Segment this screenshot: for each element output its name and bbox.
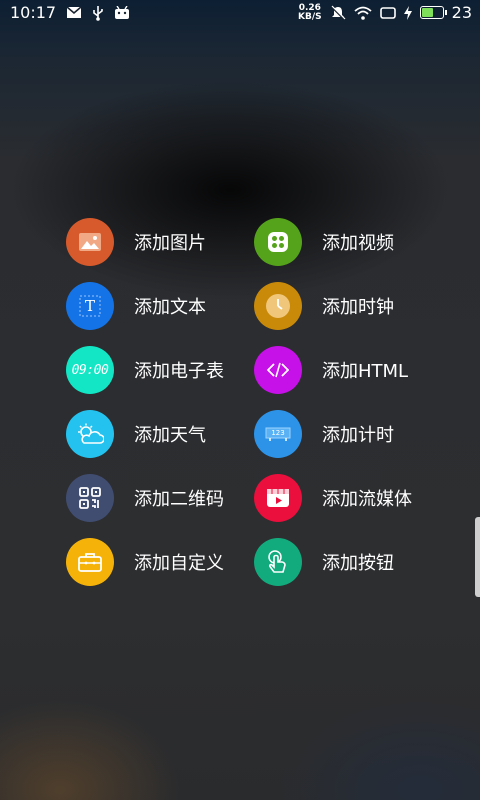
add-video-button[interactable]: 添加视频 [254, 218, 394, 266]
digital-clock-icon: 09:00 [66, 346, 114, 394]
mute-icon [330, 5, 346, 20]
background [0, 0, 480, 800]
message-icon [66, 6, 82, 18]
add-video-label: 添加视频 [322, 233, 394, 254]
add-weather-button[interactable]: 添加天气 [66, 410, 206, 458]
add-button-label: 添加按钮 [322, 553, 394, 574]
add-image-button[interactable]: 添加图片 [66, 218, 206, 266]
charging-icon [403, 5, 412, 20]
stream-icon [254, 474, 302, 522]
timer-text: 123 [271, 428, 285, 437]
add-html-button[interactable]: 添加HTML [254, 346, 408, 394]
text-icon: T [66, 282, 114, 330]
status-bar: 10:17 0.26 KB/S 23 [0, 0, 480, 26]
battery-percent: 23 [451, 3, 472, 22]
add-qrcode-button[interactable]: 添加二维码 [66, 474, 224, 522]
add-custom-button[interactable]: 添加自定义 [66, 538, 224, 586]
weather-icon [66, 410, 114, 458]
network-speed: 0.26 KB/S [298, 2, 322, 22]
custom-icon [66, 538, 114, 586]
wifi-icon [354, 6, 372, 20]
add-timer-button[interactable]: 123 添加计时 [254, 410, 394, 458]
digital-clock-text: 09:00 [71, 362, 109, 378]
add-html-label: 添加HTML [322, 361, 409, 382]
add-button-button[interactable]: 添加按钮 [254, 538, 394, 586]
add-digital-clock-button[interactable]: 09:00 添加电子表 [66, 346, 224, 394]
edge-drawer-handle[interactable] [475, 517, 480, 597]
screen-icon [379, 6, 396, 19]
svg-text:T: T [85, 297, 95, 315]
html-icon [254, 346, 302, 394]
add-timer-label: 添加计时 [322, 425, 394, 446]
add-digital-clock-label: 添加电子表 [134, 361, 224, 382]
add-text-button[interactable]: T 添加文本 [66, 282, 206, 330]
clock-icon [254, 282, 302, 330]
image-icon [66, 218, 114, 266]
add-clock-button[interactable]: 添加时钟 [254, 282, 394, 330]
button-icon [254, 538, 302, 586]
usb-icon [93, 5, 103, 21]
add-weather-label: 添加天气 [134, 425, 206, 446]
android-debug-icon [115, 5, 130, 19]
status-time: 10:17 [10, 3, 57, 22]
add-stream-label: 添加流媒体 [322, 489, 412, 510]
video-icon [254, 218, 302, 266]
add-qrcode-label: 添加二维码 [134, 489, 224, 510]
timer-icon: 123 [254, 410, 302, 458]
add-clock-label: 添加时钟 [322, 297, 394, 318]
add-image-label: 添加图片 [134, 233, 206, 254]
add-custom-label: 添加自定义 [134, 553, 224, 574]
add-text-label: 添加文本 [134, 297, 206, 318]
battery-icon [419, 6, 447, 19]
add-stream-button[interactable]: 添加流媒体 [254, 474, 412, 522]
qrcode-icon [66, 474, 114, 522]
